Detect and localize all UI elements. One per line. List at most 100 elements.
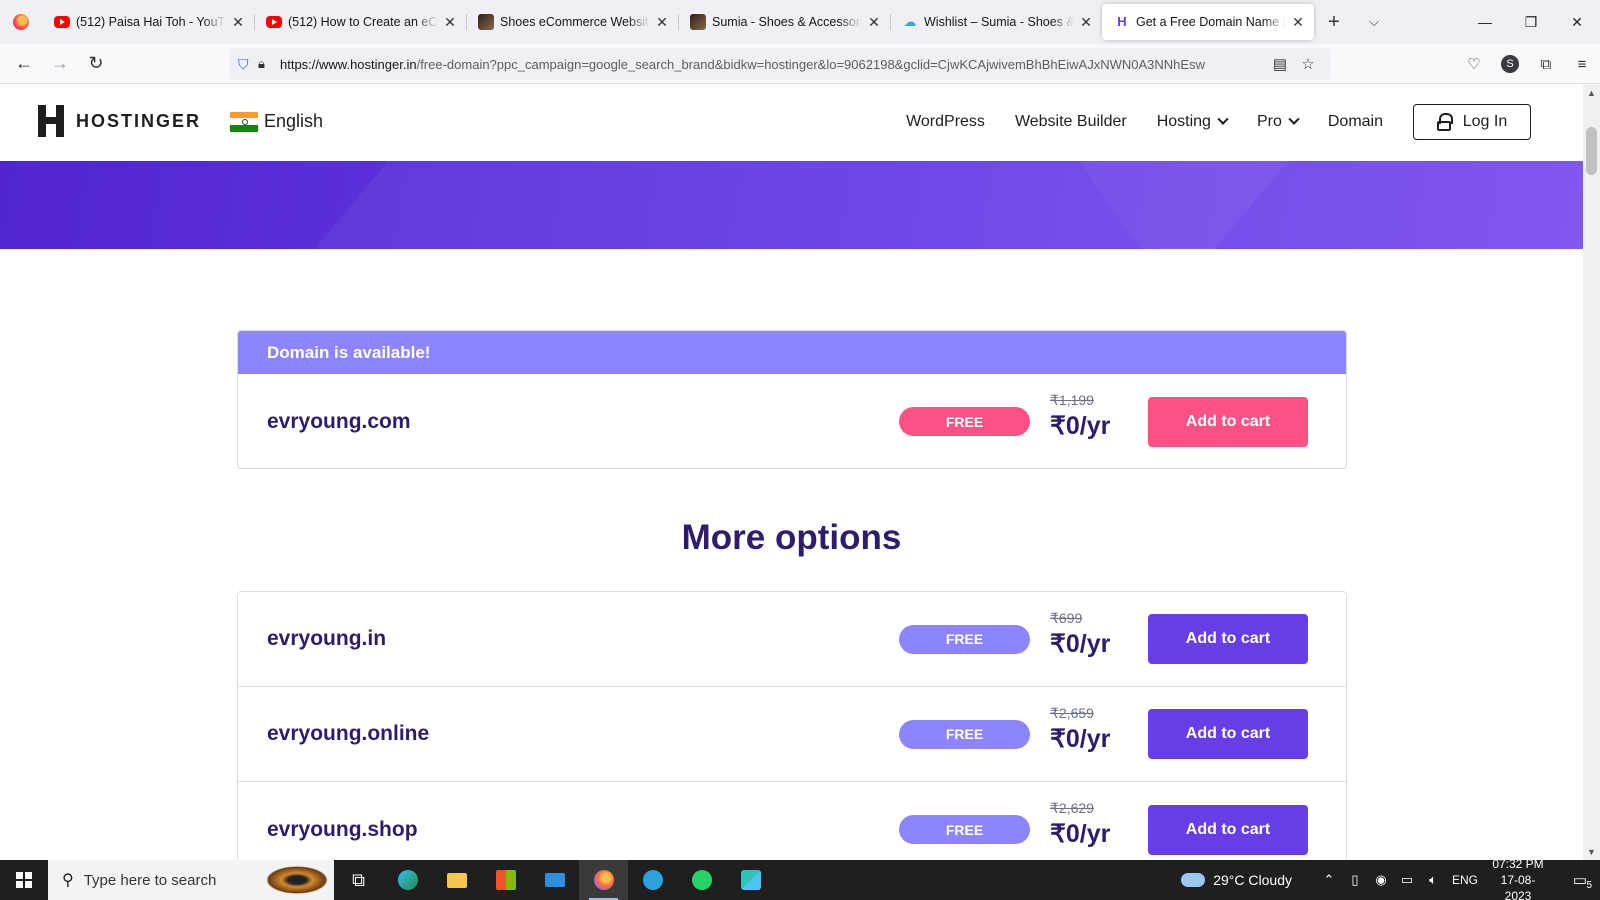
system-tray: 29°C Cloudy ⌃ ▯ ◉ ▭ 🔈︎ ENG 07:32 PM 17-0… — [1181, 857, 1600, 900]
chevron-up-icon[interactable]: ⌃ — [1316, 872, 1342, 888]
security-alert-icon[interactable]: ◉ — [1368, 872, 1394, 888]
new-price: ₹0/yr — [1050, 820, 1111, 848]
tab-title: Get a Free Domain Name | Reg — [1136, 15, 1286, 29]
browser-tab[interactable]: ☁ Wishlist – Sumia - Shoes & Acc ✕ — [890, 4, 1102, 40]
nav-website-builder[interactable]: Website Builder — [1015, 113, 1127, 131]
browser-tab[interactable]: (512) Paisa Hai Toh - YouTube ✕ — [42, 4, 254, 40]
network-icon[interactable]: ▭ — [1394, 872, 1420, 888]
logo-text: HOSTINGER — [76, 110, 202, 131]
microsoft-store-icon[interactable] — [481, 860, 530, 900]
more-options-heading: More options — [681, 518, 902, 557]
browser-tab[interactable]: (512) How to Create an eCommerce ✕ — [254, 4, 466, 40]
chevron-down-icon — [1288, 113, 1300, 125]
add-to-cart-button[interactable]: Add to cart — [1148, 614, 1308, 664]
domain-row: evryoung.online FREE ₹2,659 ₹0/yr Add to… — [238, 687, 1346, 782]
tracking-shield-icon[interactable]: ⛉ — [238, 56, 258, 73]
firefox-taskbar-icon[interactable] — [579, 860, 628, 900]
windows-start-icon[interactable] — [0, 860, 48, 900]
add-to-cart-button[interactable]: Add to cart — [1148, 804, 1308, 855]
reload-icon[interactable]: ↻ — [78, 48, 114, 80]
free-badge: FREE — [899, 719, 1030, 749]
weather-text: 29°C Cloudy — [1213, 872, 1292, 888]
list-all-tabs-icon[interactable]: ⌵ — [1354, 14, 1394, 30]
edge-browser-icon[interactable] — [383, 860, 432, 900]
pocket-icon[interactable]: ♡ — [1456, 48, 1492, 80]
clock[interactable]: 07:32 PM 17-08-2023 — [1488, 856, 1548, 900]
nav-label: Domain — [1327, 113, 1383, 130]
close-tab-icon[interactable]: ✕ — [1078, 14, 1094, 31]
scrollbar-thumb[interactable] — [1586, 127, 1597, 175]
volume-icon[interactable]: 🔈︎ — [1420, 872, 1446, 888]
mail-icon[interactable] — [530, 860, 579, 900]
nav-domain[interactable]: Domain — [1328, 113, 1383, 131]
india-flag-icon — [230, 111, 258, 132]
firefox-icon[interactable] — [0, 0, 42, 44]
weather-widget[interactable]: 29°C Cloudy — [1181, 872, 1292, 888]
more-options-list: evryoung.in FREE ₹699 ₹0/yr Add to cart … — [237, 591, 1347, 860]
price-block: ₹1,199 ₹0/yr — [1050, 392, 1110, 441]
price-block: ₹2,629 ₹0/yr — [1050, 800, 1110, 849]
nav-wordpress[interactable]: WordPress — [906, 113, 985, 131]
nav-label: Pro — [1256, 113, 1282, 130]
browser-tab[interactable]: Shoes eCommerce Websites and ✕ — [466, 4, 678, 40]
telegram-icon[interactable] — [628, 860, 677, 900]
reader-view-icon[interactable]: ▤ — [1266, 55, 1294, 73]
domain-name: evryoung.in — [267, 627, 387, 650]
scroll-down-arrow-icon[interactable]: ▼ — [1583, 844, 1600, 860]
close-tab-icon[interactable]: ✕ — [1290, 14, 1306, 31]
browser-tab[interactable]: Sumia - Shoes & Accessories F ✕ — [678, 4, 890, 40]
add-to-cart-button[interactable]: Add to cart — [1148, 709, 1308, 759]
nav-hosting[interactable]: Hosting — [1157, 113, 1229, 131]
search-highlight-icon[interactable] — [266, 866, 328, 894]
new-price: ₹0/yr — [1050, 412, 1111, 440]
price-block: ₹2,659 ₹0/yr — [1050, 705, 1110, 754]
taskbar-search[interactable]: ⚲ Type here to search — [48, 860, 334, 900]
hostinger-logo[interactable]: HOSTINGER — [38, 105, 201, 137]
page-scrollbar[interactable]: ▲ ▼ — [1583, 85, 1600, 860]
domain-available-card: Domain is available! evryoung.com FREE ₹… — [237, 330, 1347, 469]
new-tab-button[interactable]: + — [1314, 11, 1354, 34]
restore-icon[interactable]: ❐ — [1508, 0, 1554, 44]
close-tab-icon[interactable]: ✕ — [866, 14, 882, 31]
notification-center-icon[interactable]: ▭ 5 — [1560, 871, 1600, 891]
app-grid-icon[interactable] — [726, 860, 775, 900]
close-tab-icon[interactable]: ✕ — [230, 14, 246, 31]
clock-date: 17-08-2023 — [1500, 873, 1536, 900]
extensions-icon[interactable]: ⧉ — [1528, 48, 1564, 80]
bookmark-star-icon[interactable]: ☆ — [1294, 55, 1322, 73]
close-window-icon[interactable]: ✕ — [1554, 0, 1600, 44]
task-view-icon[interactable]: ⧉ — [334, 860, 383, 900]
url-text[interactable]: https://www.hostinger.in/free-domain?ppc… — [280, 57, 1266, 72]
login-button[interactable]: Log In — [1413, 104, 1531, 140]
language-selector[interactable]: English — [230, 111, 323, 132]
scroll-up-arrow-icon[interactable]: ▲ — [1583, 85, 1600, 101]
availability-header: Domain is available! — [238, 331, 1346, 374]
price-block: ₹699 ₹0/yr — [1050, 610, 1110, 659]
browser-tab-active[interactable]: H Get a Free Domain Name | Reg ✕ — [1102, 4, 1314, 40]
nav-label: WordPress — [906, 113, 985, 130]
nav-pro[interactable]: Pro — [1256, 113, 1300, 131]
site-header: HOSTINGER English WordPress Website Buil… — [0, 85, 1583, 161]
free-badge: FREE — [899, 407, 1030, 436]
file-explorer-icon[interactable] — [432, 860, 481, 900]
padlock-icon[interactable]: 🔒︎ — [258, 56, 280, 72]
forward-arrow-icon[interactable]: → — [42, 48, 78, 80]
add-to-cart-button[interactable]: Add to cart — [1148, 396, 1308, 447]
whatsapp-icon[interactable] — [677, 860, 726, 900]
account-avatar-icon[interactable]: S — [1501, 55, 1519, 73]
close-tab-icon[interactable]: ✕ — [442, 14, 458, 31]
back-arrow-icon[interactable]: ← — [6, 48, 42, 80]
clock-time: 07:32 PM — [1492, 857, 1544, 871]
windows-taskbar: ⚲ Type here to search ⧉ 29°C Cloudy ⌃ ▯ … — [0, 857, 1600, 900]
close-tab-icon[interactable]: ✕ — [654, 14, 670, 31]
address-bar[interactable]: ⛉ 🔒︎ https://www.hostinger.in/free-domai… — [230, 48, 1330, 80]
minimize-icon[interactable]: — — [1462, 0, 1508, 44]
domain-row: evryoung.in FREE ₹699 ₹0/yr Add to cart — [238, 592, 1346, 687]
url-path: /free-domain?ppc_campaign=google_search_… — [416, 56, 1205, 72]
cloud-icon — [1181, 873, 1206, 887]
device-icon[interactable]: ▯ — [1342, 872, 1368, 888]
old-price: ₹1,199 — [1050, 392, 1094, 408]
input-language[interactable]: ENG — [1452, 873, 1478, 887]
menu-hamburger-icon[interactable]: ≡ — [1564, 48, 1600, 80]
lock-icon — [1436, 113, 1453, 131]
